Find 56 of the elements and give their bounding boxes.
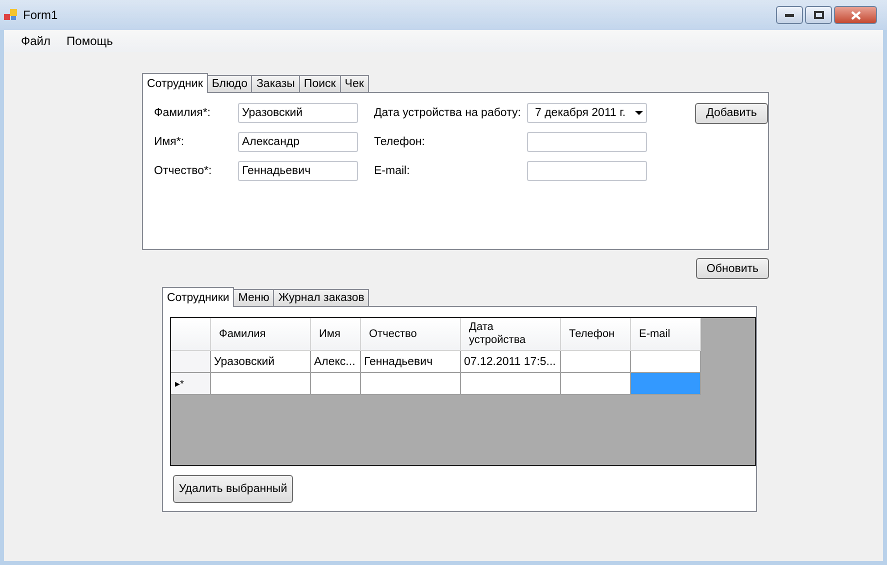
minimize-icon: [785, 14, 794, 16]
tab[interactable]: Журнал заказов: [273, 289, 370, 307]
header-corner: [171, 318, 211, 351]
field-label: Телефон:: [374, 136, 426, 148]
refresh-button[interactable]: Обновить: [696, 258, 769, 279]
table-cell[interactable]: Уразовский: [211, 351, 311, 373]
dropdown-caret-icon: [635, 111, 643, 115]
maximize-icon: [814, 11, 824, 19]
table-cell[interactable]: [311, 373, 361, 395]
text-field[interactable]: Александр: [238, 132, 358, 152]
column-header[interactable]: Дата устройства: [461, 318, 561, 351]
field-label: Отчество*:: [154, 165, 213, 177]
column-header[interactable]: Отчество: [361, 318, 461, 351]
close-icon: [850, 10, 860, 20]
field-label: Дата устройства на работу:: [374, 107, 522, 119]
tab[interactable]: Поиск: [298, 75, 341, 93]
app-icon: [4, 9, 18, 21]
delete-button[interactable]: Удалить выбранный: [173, 475, 293, 503]
field-label: Имя*:: [154, 136, 186, 148]
minimize-button[interactable]: [776, 6, 803, 24]
table-cell[interactable]: 07.12.2011 17:5...: [461, 351, 561, 373]
field-label: E-mail:: [374, 165, 411, 177]
text-field[interactable]: Уразовский: [238, 103, 358, 123]
add-button[interactable]: Добавить: [695, 102, 768, 124]
column-header[interactable]: Телефон: [561, 318, 631, 351]
tab[interactable]: Чек: [340, 75, 369, 93]
tab[interactable]: Заказы: [251, 75, 300, 93]
row-header[interactable]: [171, 351, 211, 373]
menu-item[interactable]: Файл: [13, 34, 59, 48]
text-field[interactable]: Геннадьевич: [238, 161, 358, 181]
menu-item[interactable]: Помощь: [58, 34, 121, 48]
table-cell[interactable]: Геннадьевич: [361, 351, 461, 373]
column-header[interactable]: Имя: [311, 318, 361, 351]
tab[interactable]: Блюдо: [206, 75, 252, 93]
window-title: Form1: [23, 8, 59, 22]
maximize-button[interactable]: [805, 6, 832, 24]
date-picker[interactable]: 7 декабря 2011 г.: [527, 103, 647, 123]
table-cell[interactable]: [631, 351, 701, 373]
column-header[interactable]: E-mail: [631, 318, 701, 351]
column-header[interactable]: Фамилия: [211, 318, 311, 351]
row-header[interactable]: ▸*: [171, 373, 211, 395]
table-cell[interactable]: [561, 351, 631, 373]
tab[interactable]: Сотрудник: [142, 73, 208, 93]
table-cell[interactable]: Алекс...: [311, 351, 361, 373]
table-cell[interactable]: [561, 373, 631, 395]
table-cell[interactable]: [631, 373, 701, 395]
close-button[interactable]: [834, 6, 877, 24]
table-cell[interactable]: [361, 373, 461, 395]
text-field[interactable]: [527, 161, 647, 181]
text-field[interactable]: [527, 132, 647, 152]
table-cell[interactable]: [211, 373, 311, 395]
tab[interactable]: Сотрудники: [162, 287, 234, 307]
field-label: Фамилия*:: [154, 107, 212, 119]
tab[interactable]: Меню: [233, 289, 274, 307]
table-cell[interactable]: [461, 373, 561, 395]
new-row-marker: ▸*: [175, 378, 184, 390]
